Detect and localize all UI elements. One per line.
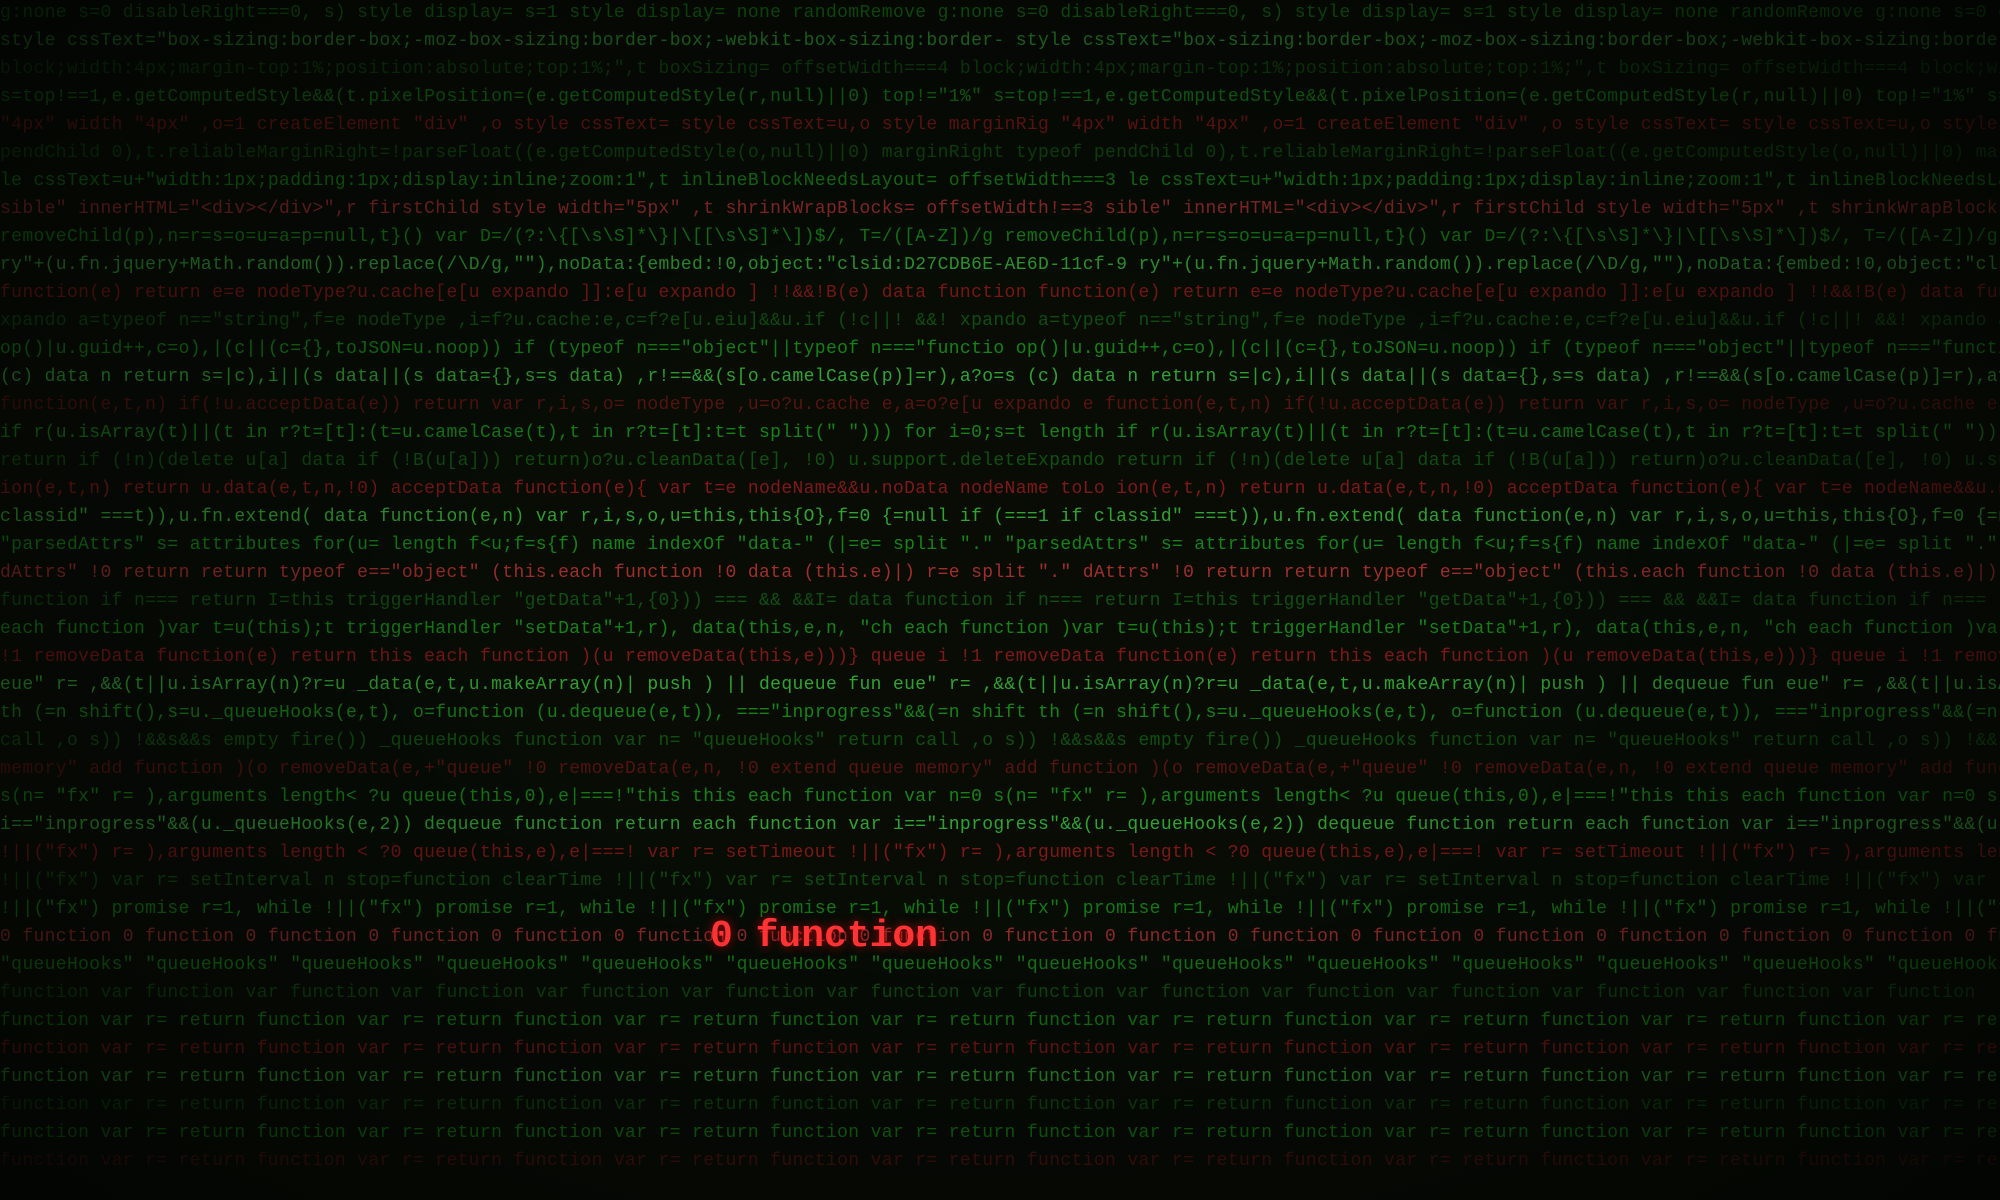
- code-line: "parsedAttrs" s= attributes for(u= lengt…: [0, 532, 2000, 558]
- code-line: ry"+(u.fn.jquery+Math.random()).replace(…: [0, 252, 2000, 278]
- code-line: return if (!n)(delete u[a] data if (!B(u…: [0, 448, 2000, 474]
- code-line: classid" ===t)),u.fn.extend( data functi…: [0, 504, 2000, 530]
- code-line: !||("fx") promise r=1, while !||("fx") p…: [0, 896, 2000, 922]
- code-line: 0 function 0 function 0 function 0 funct…: [0, 924, 2000, 950]
- code-line: dAttrs" !0 return return typeof e=="obje…: [0, 560, 2000, 586]
- code-line: function var r= return function var r= r…: [0, 1120, 2000, 1146]
- code-line: xpando a=typeof n=="string",f=e nodeType…: [0, 308, 2000, 334]
- code-line: memory" add function )(o removeData(e,+"…: [0, 756, 2000, 782]
- code-background: g:none s=0 disableRight===0, s) style di…: [0, 0, 2000, 1200]
- code-line: function var r= return function var r= r…: [0, 1148, 2000, 1174]
- code-line: s(n= "fx" r= ),arguments length< ?u queu…: [0, 784, 2000, 810]
- code-line: g:none s=0 disableRight===0, s) style di…: [0, 0, 2000, 26]
- detected-function-text: 0 function: [710, 915, 938, 958]
- code-line: "4px" width "4px" ,o=1 createElement "di…: [0, 112, 2000, 138]
- code-line: if r(u.isArray(t)||(t in r?t=[t]:(t=u.ca…: [0, 420, 2000, 446]
- code-line: block;width:4px;margin-top:1%;position:a…: [0, 56, 2000, 82]
- code-line: function var r= return function var r= r…: [0, 1008, 2000, 1034]
- code-line: eue" r= ,&&(t||u.isArray(n)?r=u _data(e,…: [0, 672, 2000, 698]
- code-line: le cssText=u+"width:1px;padding:1px;disp…: [0, 168, 2000, 194]
- code-line: !||("fx") var r= setInterval n stop=func…: [0, 868, 2000, 894]
- code-line: i=="inprogress"&&(u._queueHooks(e,2)) de…: [0, 812, 2000, 838]
- code-line: op()|u.guid++,c=o),|(c||(c={},toJSON=u.n…: [0, 336, 2000, 362]
- code-line: !||("fx") r= ),arguments length < ?0 que…: [0, 840, 2000, 866]
- code-line: !1 removeData function(e) return this ea…: [0, 644, 2000, 670]
- code-line: th (=n shift(),s=u._queueHooks(e,t), o=f…: [0, 700, 2000, 726]
- code-line: sible" innerHTML="<div></div>",r firstCh…: [0, 196, 2000, 222]
- code-line: each function )var t=u(this);t triggerHa…: [0, 616, 2000, 642]
- code-line: function var r= return function var r= r…: [0, 1036, 2000, 1062]
- code-line: function var r= return function var r= r…: [0, 1064, 2000, 1090]
- code-line: call ,o s)) !&&s&&s empty fire()) _queue…: [0, 728, 2000, 754]
- code-line: ion(e,t,n) return u.data(e,t,n,!0) accep…: [0, 476, 2000, 502]
- code-line: pendChild 0),t.reliableMarginRight=!pars…: [0, 140, 2000, 166]
- code-line: function(e,t,n) if(!u.acceptData(e)) ret…: [0, 392, 2000, 418]
- code-line: s=top!==1,e.getComputedStyle&&(t.pixelPo…: [0, 84, 2000, 110]
- code-line: function var function var function var f…: [0, 980, 1976, 1006]
- code-line: function(e) return e=e nodeType?u.cache[…: [0, 280, 2000, 306]
- code-line: "queueHooks" "queueHooks" "queueHooks" "…: [0, 952, 2000, 978]
- code-line: function var r= return function var r= r…: [0, 1092, 2000, 1118]
- code-line: removeChild(p),n=r=s=o=u=a=p=null,t}() v…: [0, 224, 2000, 250]
- code-line: (c) data n return s=|c),i||(s data||(s d…: [0, 364, 2000, 390]
- code-line: function if n=== return I=this triggerHa…: [0, 588, 2000, 614]
- code-line: style cssText="box-sizing:border-box;-mo…: [0, 28, 2000, 54]
